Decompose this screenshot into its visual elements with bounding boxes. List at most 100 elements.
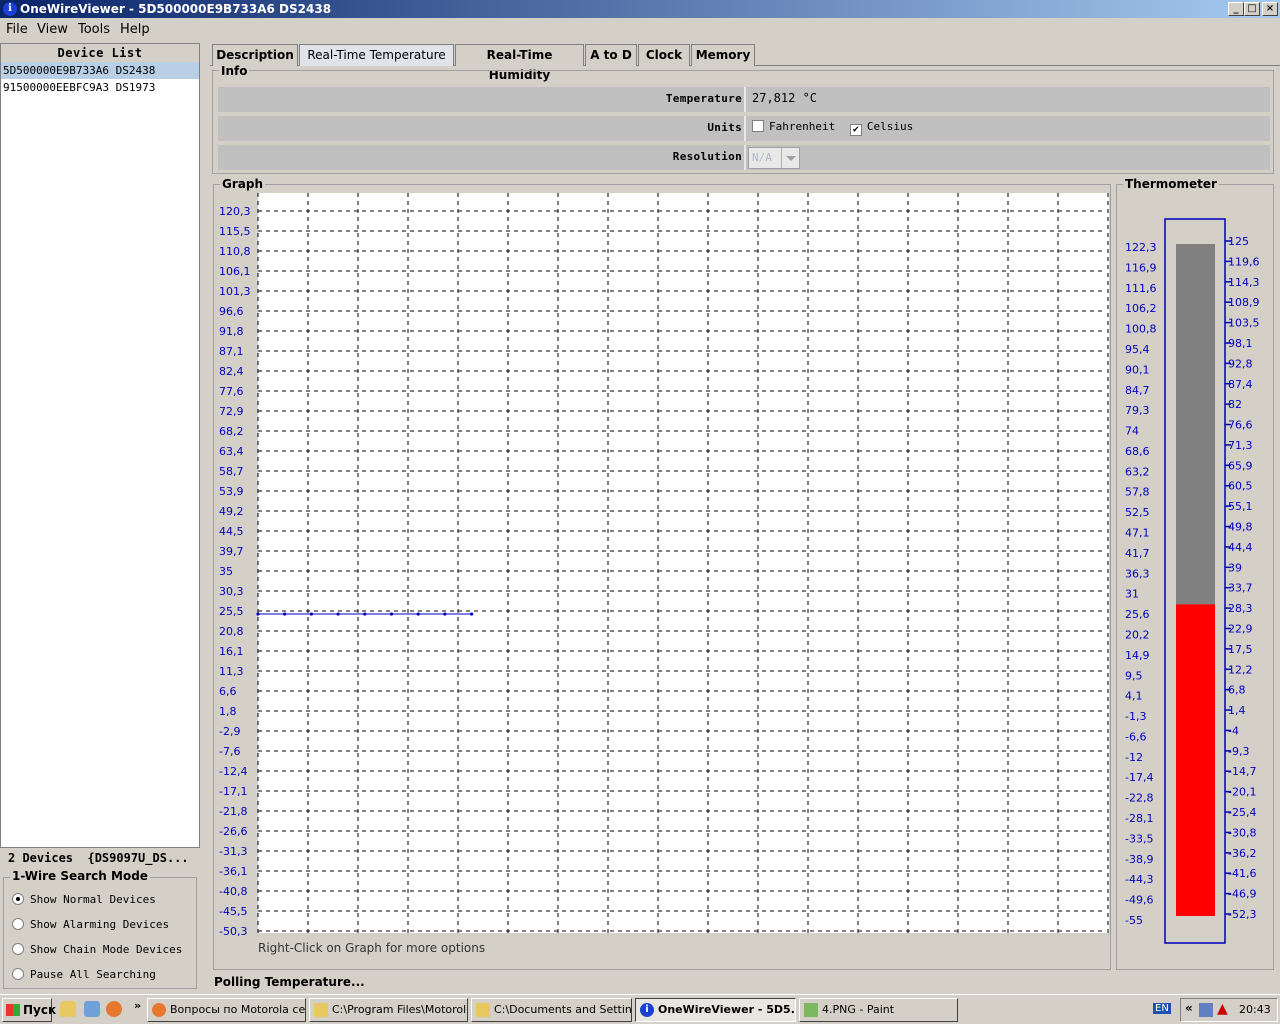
window-title: OneWireViewer - 5D500000E9B733A6 DS2438 bbox=[20, 2, 332, 16]
thermometer-gauge: 125 122,3 119,6 116,9 114,3 111,6 108,9 106,2 10… bbox=[1125, 218, 1260, 944]
scale-label-left: 116,9 bbox=[1125, 261, 1157, 274]
maximize-button[interactable]: □ bbox=[1244, 2, 1260, 16]
menu-help[interactable]: Help bbox=[120, 22, 150, 37]
folder-icon bbox=[476, 1003, 490, 1017]
scale-label-right: 6,8 bbox=[1228, 684, 1246, 697]
scale-label-left: 57,8 bbox=[1125, 486, 1150, 499]
firefox-icon[interactable] bbox=[106, 1001, 122, 1017]
scale-label-left: -49,6 bbox=[1125, 894, 1153, 907]
app-info-icon: i bbox=[3, 2, 17, 16]
tab-a-to-d[interactable]: A to D bbox=[585, 44, 637, 66]
fahrenheit-label: Fahrenheit bbox=[769, 120, 836, 133]
scale-label-right: 103,5 bbox=[1228, 317, 1260, 330]
y-tick-label: -21,8 bbox=[219, 805, 247, 818]
menu-view[interactable]: View bbox=[37, 22, 68, 37]
desktop-icon[interactable] bbox=[84, 1001, 100, 1017]
scale-label-right: 60,5 bbox=[1228, 480, 1253, 493]
y-tick-label: 91,8 bbox=[219, 325, 244, 338]
chevron-down-icon[interactable] bbox=[781, 148, 799, 168]
y-tick-label: 101,3 bbox=[219, 285, 251, 298]
scale-label-left: -28,1 bbox=[1125, 812, 1153, 825]
scale-label-left: 41,7 bbox=[1125, 547, 1150, 560]
chevron-right-icon[interactable]: » bbox=[134, 999, 141, 1012]
tab-real-time-humidity[interactable]: Real-Time Humidity bbox=[455, 44, 584, 82]
info-title: Info bbox=[219, 64, 250, 78]
scale-label-left: -12 bbox=[1125, 751, 1143, 764]
y-tick-label: -7,6 bbox=[219, 745, 240, 758]
tab-clock[interactable]: Clock bbox=[638, 44, 690, 66]
radio-show-chain-mode-devices[interactable]: Show Chain Mode Devices bbox=[12, 943, 182, 956]
plot-area bbox=[258, 193, 1109, 933]
scale-label-right: 17,5 bbox=[1228, 643, 1253, 656]
scale-label-left: 14,9 bbox=[1125, 649, 1150, 662]
taskbar-button-paint[interactable]: 4.PNG - Paint bbox=[799, 998, 958, 1022]
y-tick-label: 110,8 bbox=[219, 245, 251, 258]
language-indicator[interactable]: EN bbox=[1153, 1003, 1171, 1014]
y-tick-label: -31,3 bbox=[219, 845, 247, 858]
scale-label-right: 39 bbox=[1228, 561, 1242, 574]
scale-label-left: 47,1 bbox=[1125, 527, 1150, 540]
y-tick-label: 82,4 bbox=[219, 365, 244, 378]
temperature-graph[interactable]: 120,3 115,5 110,8 106,1 101,3 96,6 91,8 87,1 82,… bbox=[214, 185, 1112, 971]
taskbar-button-explorer-2[interactable]: C:\Documents and Settin... bbox=[471, 998, 632, 1022]
y-tick-label: 49,2 bbox=[219, 505, 244, 518]
taskbar-button-onewireviewer[interactable]: i OneWireViewer - 5D5... bbox=[635, 998, 796, 1022]
tab-real-time-temperature[interactable]: Real-Time Temperature bbox=[299, 44, 454, 66]
scale-label-right: -46,9 bbox=[1228, 888, 1256, 901]
radio-pause-all-searching[interactable]: Pause All Searching bbox=[12, 968, 156, 981]
scale-label-right: 49,8 bbox=[1228, 521, 1253, 534]
scale-label-left: -1,3 bbox=[1125, 710, 1146, 723]
app-info-icon: i bbox=[640, 1003, 654, 1017]
column-separator bbox=[744, 116, 746, 141]
resolution-select[interactable]: N/A bbox=[748, 147, 800, 169]
y-tick-label: 44,5 bbox=[219, 525, 244, 538]
scale-label-left: 20,2 bbox=[1125, 628, 1150, 641]
scale-label-left: 106,2 bbox=[1125, 302, 1157, 315]
data-point bbox=[256, 612, 260, 616]
scale-label-left: 111,6 bbox=[1125, 282, 1157, 295]
y-tick-label: 96,6 bbox=[219, 305, 244, 318]
taskbar-button-label: Вопросы по Motorola ce... bbox=[170, 1003, 306, 1016]
tab-memory[interactable]: Memory bbox=[691, 44, 755, 66]
scale-label-left: 4,1 bbox=[1125, 690, 1143, 703]
menu-file[interactable]: File bbox=[6, 22, 28, 37]
menu-tools[interactable]: Tools bbox=[78, 22, 110, 37]
system-tray: « ▲ 20:43 bbox=[1180, 998, 1278, 1022]
tab-description[interactable]: Description bbox=[212, 44, 298, 66]
y-tick-label: -26,6 bbox=[219, 825, 247, 838]
temperature-value: 27,812 °C bbox=[752, 91, 818, 105]
fahrenheit-checkbox[interactable]: Fahrenheit bbox=[752, 120, 835, 133]
scale-label-right: -20,1 bbox=[1228, 786, 1256, 799]
windows-flag-icon bbox=[6, 1004, 20, 1016]
taskbar-button-browser[interactable]: Вопросы по Motorola ce... bbox=[147, 998, 306, 1022]
chevron-left-icon[interactable]: « bbox=[1185, 1001, 1193, 1015]
network-icon[interactable] bbox=[1199, 1003, 1213, 1017]
y-tick-label: -45,5 bbox=[219, 905, 247, 918]
device-list-item[interactable]: 5D500000E9B733A6 DS2438 bbox=[1, 62, 199, 79]
checkbox-checked-icon: ✔ bbox=[849, 124, 862, 136]
warning-icon[interactable]: ▲ bbox=[1217, 1001, 1228, 1017]
close-button[interactable]: × bbox=[1262, 2, 1278, 16]
units-options: Fahrenheit ✔ Celsius bbox=[752, 120, 913, 136]
scale-label-right: -9,3 bbox=[1228, 745, 1249, 758]
radio-show-alarming-devices[interactable]: Show Alarming Devices bbox=[12, 918, 169, 931]
folder-icon bbox=[314, 1003, 328, 1017]
scale-label-left: 68,6 bbox=[1125, 445, 1150, 458]
start-button[interactable]: Пуск bbox=[2, 998, 56, 1022]
scale-label-left: 9,5 bbox=[1125, 669, 1143, 682]
radio-show-normal-devices[interactable]: Show Normal Devices bbox=[12, 893, 156, 906]
status-text: Polling Temperature... bbox=[214, 975, 365, 989]
scale-label-right: 65,9 bbox=[1228, 459, 1253, 472]
units-label: Units bbox=[707, 121, 742, 134]
celsius-checkbox[interactable]: ✔ Celsius bbox=[849, 120, 913, 136]
folder-icon[interactable] bbox=[60, 1001, 76, 1017]
minimize-button[interactable]: _ bbox=[1228, 2, 1244, 16]
device-list-item[interactable]: 91500000EEBFC9A3 DS1973 bbox=[1, 79, 199, 96]
taskbar-button-explorer-1[interactable]: C:\Program Files\Motorol... bbox=[309, 998, 468, 1022]
y-tick-label: -36,1 bbox=[219, 865, 247, 878]
y-tick-label: 1,8 bbox=[219, 705, 237, 718]
y-tick-label: 30,3 bbox=[219, 585, 244, 598]
y-tick-label: 11,3 bbox=[219, 665, 244, 678]
scale-label-left: 95,4 bbox=[1125, 343, 1150, 356]
scale-label-right: -25,4 bbox=[1228, 806, 1256, 819]
